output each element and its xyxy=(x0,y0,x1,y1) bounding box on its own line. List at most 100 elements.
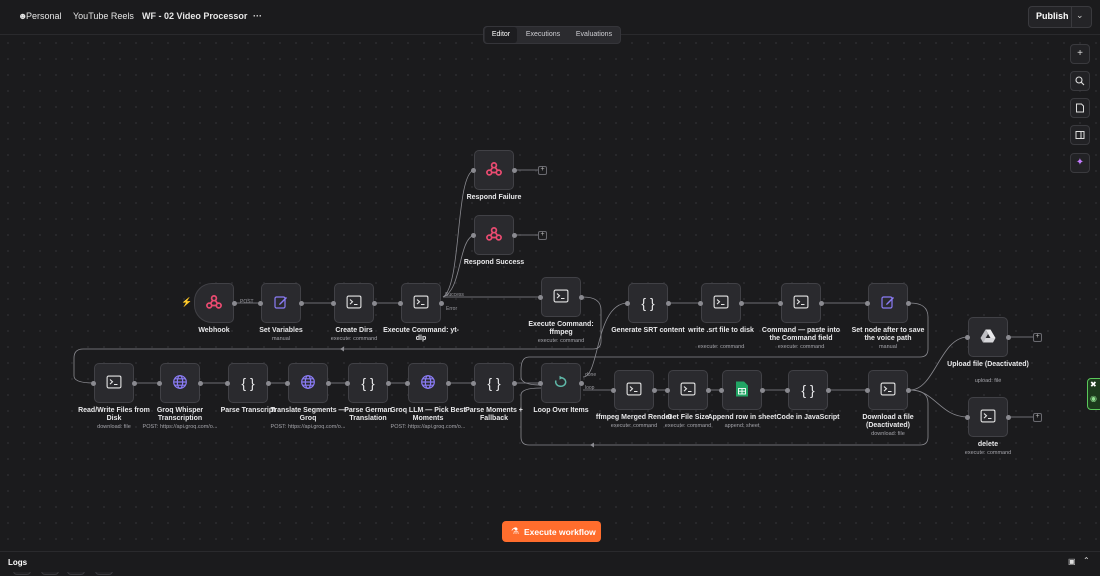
workflow-node[interactable] xyxy=(968,397,1008,437)
workflow-node[interactable] xyxy=(334,283,374,323)
workflow-name[interactable]: WF - 02 Video Processor xyxy=(142,11,247,21)
output-port[interactable] xyxy=(132,381,137,386)
output-port[interactable] xyxy=(819,301,824,306)
workflow-node[interactable] xyxy=(614,370,654,410)
workflow-node[interactable] xyxy=(261,283,301,323)
close-icon[interactable]: ✖ xyxy=(1090,380,1097,389)
add-node-button-delete[interactable]: + xyxy=(1033,413,1042,422)
input-port[interactable] xyxy=(471,168,476,173)
panel-tool-button[interactable] xyxy=(1070,125,1090,145)
add-node-button-upload[interactable]: + xyxy=(1033,333,1042,342)
output-port[interactable] xyxy=(232,301,237,306)
workflow-node[interactable] xyxy=(160,363,200,403)
workflow-node[interactable] xyxy=(722,370,762,410)
tab-editor[interactable]: Editor xyxy=(485,27,517,43)
input-port[interactable] xyxy=(965,335,970,340)
input-port[interactable] xyxy=(538,295,543,300)
input-port[interactable] xyxy=(965,415,970,420)
input-port[interactable] xyxy=(258,301,263,306)
output-port[interactable] xyxy=(198,381,203,386)
output-port[interactable] xyxy=(579,381,584,386)
workflow-node[interactable] xyxy=(701,283,741,323)
input-port[interactable] xyxy=(157,381,162,386)
search-tool-button[interactable] xyxy=(1070,71,1090,91)
sticky-note-tool-button[interactable] xyxy=(1070,98,1090,118)
workflow-node[interactable] xyxy=(474,215,514,255)
input-port[interactable] xyxy=(331,301,336,306)
publish-button[interactable]: Publish ⌄ xyxy=(1028,6,1092,28)
input-port[interactable] xyxy=(471,233,476,238)
output-port[interactable] xyxy=(326,381,331,386)
add-node-tool-button[interactable]: + xyxy=(1070,44,1090,64)
workflow-node[interactable] xyxy=(868,283,908,323)
output-port[interactable] xyxy=(1006,415,1011,420)
workflow-node[interactable] xyxy=(408,363,448,403)
output-port[interactable] xyxy=(906,301,911,306)
workflow-node[interactable] xyxy=(668,370,708,410)
workflow-node[interactable]: { } xyxy=(228,363,268,403)
input-port[interactable] xyxy=(625,301,630,306)
input-port[interactable] xyxy=(398,301,403,306)
output-port[interactable] xyxy=(512,168,517,173)
side-widget[interactable]: ✖ ◉ xyxy=(1087,378,1100,410)
output-port[interactable] xyxy=(906,388,911,393)
breadcrumb-project[interactable]: Personal xyxy=(26,11,62,21)
output-port[interactable] xyxy=(266,381,271,386)
add-node-button-failure[interactable]: + xyxy=(538,166,547,175)
input-port[interactable] xyxy=(611,388,616,393)
workflow-node[interactable] xyxy=(401,283,441,323)
chevron-up-icon[interactable]: ⌃ xyxy=(1083,556,1090,565)
output-port[interactable] xyxy=(439,301,444,306)
input-port[interactable] xyxy=(698,301,703,306)
workflow-node[interactable] xyxy=(968,317,1008,357)
output-port[interactable] xyxy=(739,301,744,306)
workflow-node[interactable] xyxy=(541,363,581,403)
more-menu-button[interactable]: ··· xyxy=(253,11,262,21)
workflow-node[interactable] xyxy=(194,283,234,323)
input-port[interactable] xyxy=(778,301,783,306)
workflow-node[interactable]: { } xyxy=(348,363,388,403)
output-port[interactable] xyxy=(579,295,584,300)
input-port[interactable] xyxy=(719,388,724,393)
output-port[interactable] xyxy=(826,388,831,393)
input-port[interactable] xyxy=(865,388,870,393)
output-port[interactable] xyxy=(1006,335,1011,340)
execute-workflow-button[interactable]: ⚗ Execute workflow xyxy=(502,521,601,542)
chevron-down-icon[interactable]: ⌄ xyxy=(1076,10,1084,21)
input-port[interactable] xyxy=(285,381,290,386)
input-port[interactable] xyxy=(225,381,230,386)
workflow-node[interactable]: { } xyxy=(474,363,514,403)
logs-panel-icon[interactable]: ▣ xyxy=(1068,557,1076,566)
ai-assistant-button[interactable]: ✦ xyxy=(1070,153,1090,173)
workflow-node[interactable] xyxy=(474,150,514,190)
workflow-node[interactable] xyxy=(781,283,821,323)
input-port[interactable] xyxy=(471,381,476,386)
logs-bar[interactable]: Logs ▣ ⌃ xyxy=(0,551,1100,572)
tab-evaluations[interactable]: Evaluations xyxy=(569,27,619,43)
output-port[interactable] xyxy=(386,381,391,386)
output-port[interactable] xyxy=(666,301,671,306)
input-port[interactable] xyxy=(538,381,543,386)
workflow-node[interactable]: { } xyxy=(628,283,668,323)
workflow-canvas[interactable]: POST Success Error done loop ⚡ + + + + W… xyxy=(0,35,1100,575)
input-port[interactable] xyxy=(345,381,350,386)
workflow-node[interactable] xyxy=(541,277,581,317)
add-node-button-success[interactable]: + xyxy=(538,231,547,240)
input-port[interactable] xyxy=(405,381,410,386)
output-port[interactable] xyxy=(299,301,304,306)
breadcrumb-folder[interactable]: YouTube Reels xyxy=(73,11,134,21)
output-port[interactable] xyxy=(512,381,517,386)
input-port[interactable] xyxy=(865,301,870,306)
tab-executions[interactable]: Executions xyxy=(520,27,566,43)
workflow-node[interactable] xyxy=(288,363,328,403)
output-port[interactable] xyxy=(512,233,517,238)
output-port[interactable] xyxy=(372,301,377,306)
output-port[interactable] xyxy=(706,388,711,393)
input-port[interactable] xyxy=(91,381,96,386)
workflow-node[interactable] xyxy=(94,363,134,403)
output-port[interactable] xyxy=(652,388,657,393)
input-port[interactable] xyxy=(785,388,790,393)
workflow-node[interactable]: { } xyxy=(788,370,828,410)
output-port[interactable] xyxy=(760,388,765,393)
output-port[interactable] xyxy=(446,381,451,386)
